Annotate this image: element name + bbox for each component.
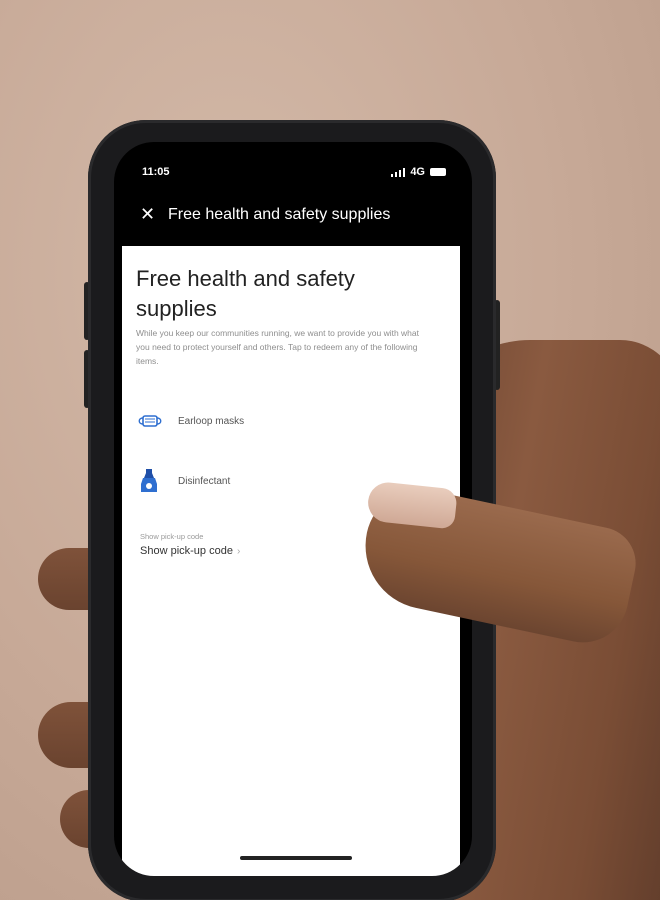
- chevron-right-icon: ›: [236, 546, 241, 557]
- nav-bar: ✕ Free health and safety supplies: [114, 186, 472, 246]
- show-pickup-code-link[interactable]: Show pick-up code ›: [140, 545, 240, 557]
- list-item-earloop-masks[interactable]: Earloop masks: [136, 401, 436, 441]
- spray-bottle-icon: [136, 468, 164, 494]
- page-title: Free health and safety supplies: [136, 266, 355, 321]
- photo-scene: 11:05 4G ✕ Free health and safety suppli…: [0, 0, 660, 900]
- close-icon[interactable]: ✕: [140, 204, 155, 224]
- page-description: While you keep our communities running, …: [136, 328, 420, 366]
- nav-title: Free health and safety supplies: [168, 206, 391, 223]
- pickup-caption: Show pick-up code: [140, 532, 204, 541]
- mask-icon: [136, 413, 164, 429]
- signal-icon: [391, 167, 406, 177]
- status-indicators: 4G: [391, 166, 446, 178]
- item-label: Earloop masks: [178, 415, 245, 427]
- pickup-link-label: Show pick-up code: [140, 545, 233, 557]
- item-label: Disinfectant: [178, 475, 231, 487]
- battery-icon: [430, 168, 446, 176]
- network-label: 4G: [410, 166, 425, 178]
- status-bar: 11:05 4G: [114, 142, 472, 180]
- home-indicator[interactable]: [240, 856, 352, 860]
- status-time: 11:05: [142, 166, 170, 178]
